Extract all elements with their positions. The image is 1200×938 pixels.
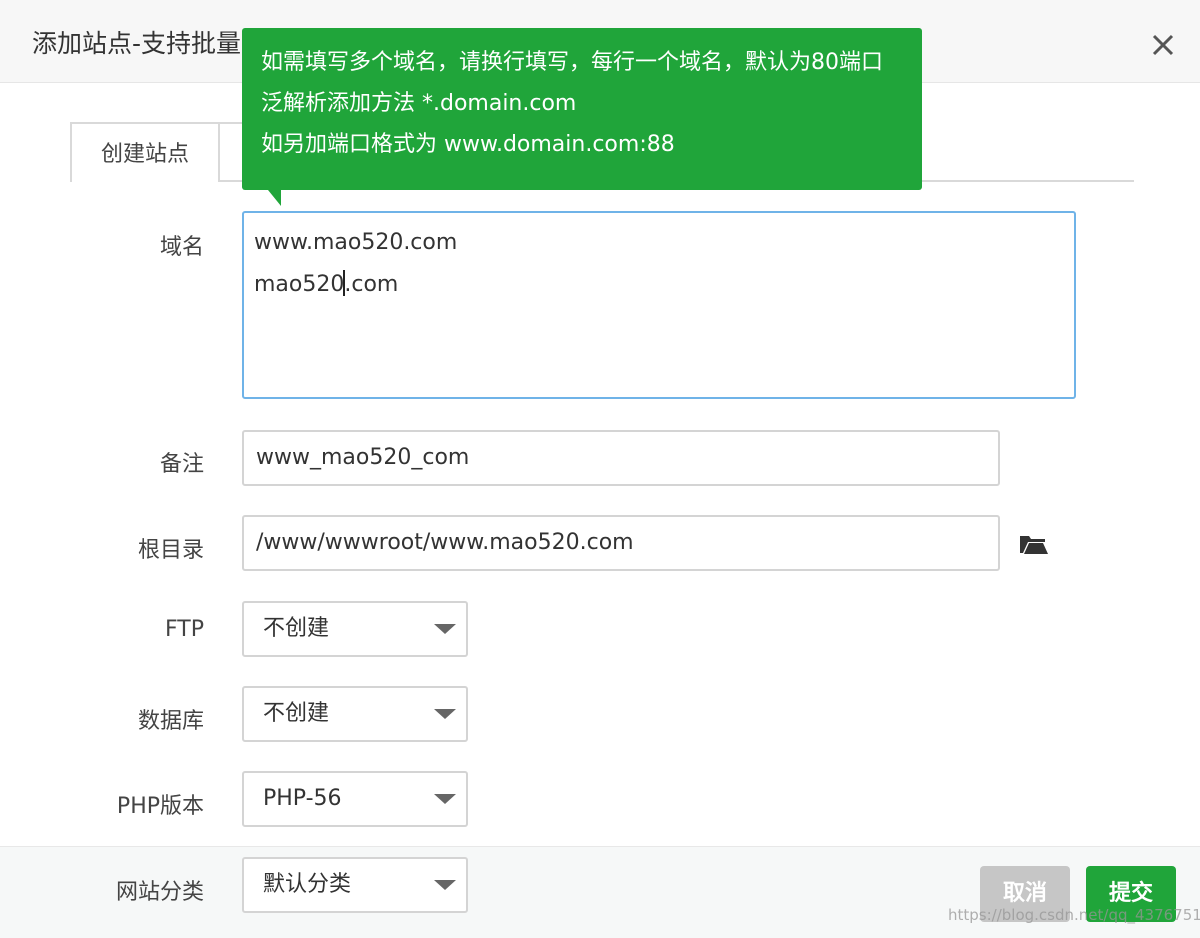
tooltip-line: 如另加端口格式为 www.domain.com:88 <box>261 132 675 157</box>
close-icon[interactable] <box>1146 28 1180 62</box>
root-dir-label: 根目录 <box>137 538 204 563</box>
note-input[interactable]: www_mao520_com <box>242 430 1000 486</box>
site-category-label: 网站分类 <box>115 880 204 905</box>
php-version-select[interactable]: PHP-56 <box>242 771 468 827</box>
root-dir-input[interactable]: /www/wwwroot/www.mao520.com <box>242 515 1000 571</box>
dialog-title: 添加站点-支持批量 <box>32 29 242 58</box>
site-category-select-value: 默认分类 <box>263 872 352 897</box>
domain-textarea[interactable]: www.mao520.com mao520.com <box>242 211 1076 399</box>
tooltip-line: 泛解析添加方法 *.domain.com <box>261 91 577 116</box>
domain-line-text: .com <box>344 272 399 297</box>
php-version-label: PHP版本 <box>116 794 204 819</box>
site-category-select[interactable]: 默认分类 <box>242 857 468 913</box>
ftp-label: FTP <box>165 617 204 642</box>
tooltip-line: 如需填写多个域名，请换行填写，每行一个域名，默认为80端口 <box>261 50 883 75</box>
folder-open-icon[interactable] <box>1019 533 1049 555</box>
caret-down-icon <box>434 880 456 890</box>
tooltip-arrow <box>268 190 281 206</box>
database-select-value: 不创建 <box>263 701 330 726</box>
domain-line: mao520.com <box>254 264 1064 306</box>
caret-down-icon <box>434 624 456 634</box>
ftp-select[interactable]: 不创建 <box>242 601 468 657</box>
database-label: 数据库 <box>137 709 204 734</box>
caret-down-icon <box>434 794 456 804</box>
domain-label: 域名 <box>159 235 204 260</box>
domain-help-tooltip: 如需填写多个域名，请换行填写，每行一个域名，默认为80端口 泛解析添加方法 *.… <box>242 28 922 190</box>
watermark-text: https://blog.csdn.net/qq_43767511 <box>948 906 1200 924</box>
database-select[interactable]: 不创建 <box>242 686 468 742</box>
note-label: 备注 <box>159 452 204 477</box>
caret-down-icon <box>434 709 456 719</box>
ftp-select-value: 不创建 <box>263 616 330 641</box>
php-version-select-value: PHP-56 <box>263 786 342 811</box>
domain-line: www.mao520.com <box>254 230 458 255</box>
domain-line-text: mao520 <box>254 272 345 297</box>
tab-create-site[interactable]: 创建站点 <box>70 122 220 182</box>
